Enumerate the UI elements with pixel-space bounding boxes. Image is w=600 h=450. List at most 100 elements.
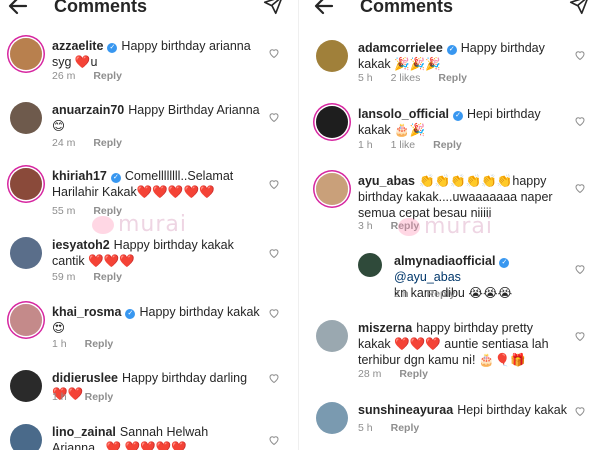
comment-item: adamcorrielee ✓ Happy birthday kakak 🎉🎉🎉 5… bbox=[306, 40, 596, 90]
like-heart-icon[interactable] bbox=[268, 47, 280, 59]
like-heart-icon[interactable] bbox=[268, 247, 280, 259]
back-arrow-icon[interactable] bbox=[6, 0, 30, 18]
comment-username[interactable]: almynadiaofficial bbox=[394, 254, 495, 268]
like-heart-icon[interactable] bbox=[268, 111, 280, 123]
avatar[interactable] bbox=[10, 370, 42, 402]
comment-item: didieruslee Happy birthday darling❤️❤️ 1 … bbox=[0, 370, 290, 410]
comment-text-block: adamcorrielee ✓ Happy birthday kakak 🎉🎉🎉 bbox=[358, 40, 568, 72]
like-heart-icon[interactable] bbox=[574, 330, 586, 342]
avatar[interactable] bbox=[10, 168, 42, 200]
comment-item: anuarzain70 Happy Birthday Arianna 😊 24 m… bbox=[0, 102, 290, 152]
comment-time: 55 m bbox=[52, 205, 76, 217]
comment-username[interactable]: miszerna bbox=[358, 321, 412, 335]
comment-text-block: sunshineayuraa Hepi birthday kakak bbox=[358, 402, 568, 418]
verified-badge-icon: ✓ bbox=[499, 258, 510, 268]
reply-button[interactable]: Reply bbox=[93, 137, 122, 149]
avatar[interactable] bbox=[316, 106, 348, 138]
comment-username[interactable]: anuarzain70 bbox=[52, 103, 124, 117]
avatar[interactable] bbox=[10, 102, 42, 134]
comment-meta: 1 h Reply bbox=[52, 338, 131, 350]
comment-username[interactable]: azzaelite bbox=[52, 39, 103, 53]
comment-text-block: khai_rosma ✓ Happy birthday kakak 😍 bbox=[52, 304, 262, 336]
avatar[interactable] bbox=[358, 253, 382, 277]
like-heart-icon[interactable] bbox=[574, 405, 586, 417]
avatar[interactable] bbox=[316, 173, 348, 205]
like-heart-icon[interactable] bbox=[574, 263, 586, 275]
comment-username[interactable]: didieruslee bbox=[52, 371, 118, 385]
comment-item: khai_rosma ✓ Happy birthday kakak 😍 1 h Rep… bbox=[0, 304, 290, 354]
comment-username[interactable]: sunshineayuraa bbox=[358, 403, 453, 417]
left-comments-panel: Comments azzaelite ✓ Happy birthday ariann… bbox=[0, 0, 290, 450]
send-icon[interactable] bbox=[262, 0, 284, 16]
comment-username[interactable]: lino_zainal bbox=[52, 425, 116, 439]
comment-mention[interactable]: @ayu_abas bbox=[394, 270, 461, 284]
comment-likes[interactable]: 1 like bbox=[391, 139, 416, 151]
right-comments-panel: Comments adamcorrielee ✓ Happy birthday ka… bbox=[306, 0, 596, 450]
like-heart-icon[interactable] bbox=[268, 178, 280, 190]
watermark-bird-icon bbox=[92, 215, 114, 234]
reply-button[interactable]: Reply bbox=[433, 139, 462, 151]
avatar[interactable] bbox=[10, 304, 42, 336]
comment-item: miszerna happy birthday pretty kakak ❤️❤️… bbox=[306, 320, 596, 382]
comment-username[interactable]: khai_rosma bbox=[52, 305, 121, 319]
reply-button[interactable]: Reply bbox=[93, 271, 122, 283]
send-icon[interactable] bbox=[568, 0, 590, 16]
comment-username[interactable]: iesyatoh2 bbox=[52, 238, 110, 252]
comment-username[interactable]: adamcorrielee bbox=[358, 41, 443, 55]
avatar[interactable] bbox=[10, 424, 42, 450]
comment-text-block: anuarzain70 Happy Birthday Arianna 😊 bbox=[52, 102, 262, 134]
panel-divider bbox=[298, 0, 299, 450]
reply-button[interactable]: Reply bbox=[93, 205, 122, 217]
back-arrow-icon[interactable] bbox=[312, 0, 336, 18]
comment-text-block: lansolo_official ✓ Hepi birthday kakak 🎂🎉 bbox=[358, 106, 568, 138]
reply-button[interactable]: Reply bbox=[399, 368, 428, 380]
comment-item: khiriah17 ✓ Comellllllll..Selamat Harilahi… bbox=[0, 168, 290, 218]
comment-text-block: miszerna happy birthday pretty kakak ❤️❤️… bbox=[358, 320, 568, 368]
comment-username[interactable]: lansolo_official bbox=[358, 107, 449, 121]
avatar[interactable] bbox=[316, 320, 348, 352]
comment-username[interactable]: khiriah17 bbox=[52, 169, 107, 183]
verified-badge-icon: ✓ bbox=[110, 173, 121, 183]
like-heart-icon[interactable] bbox=[574, 49, 586, 61]
avatar[interactable] bbox=[10, 38, 42, 70]
comment-item: lino_zainal Sannah Helwah Arianna...❤️ ❤️… bbox=[0, 424, 290, 450]
reply-button[interactable]: Reply bbox=[85, 338, 114, 350]
comment-item: azzaelite ✓ Happy birthday arianna syg ❤️u… bbox=[0, 38, 290, 88]
comment-item: ayu_abas 👏👏👏👏👏👏happy birthday kakak....uw… bbox=[306, 173, 596, 235]
verified-badge-icon: ✓ bbox=[107, 43, 118, 53]
comment-time: 1 h bbox=[358, 139, 373, 151]
reply-button[interactable]: Reply bbox=[427, 288, 456, 300]
comment-meta: 26 m Reply bbox=[52, 70, 140, 82]
comment-time: 26 m bbox=[52, 70, 76, 82]
comment-time: 59 m bbox=[52, 271, 76, 283]
like-heart-icon[interactable] bbox=[268, 307, 280, 319]
comments-header: Comments bbox=[306, 0, 596, 18]
comment-meta: 1 h 1 like Reply bbox=[358, 139, 480, 151]
comment-item: sunshineayuraa Hepi birthday kakak 5 h Rep… bbox=[306, 402, 596, 442]
comment-meta: 59 m Reply bbox=[52, 271, 140, 283]
like-heart-icon[interactable] bbox=[574, 182, 586, 194]
comment-text-block: azzaelite ✓ Happy birthday arianna syg ❤️u bbox=[52, 38, 262, 70]
like-heart-icon[interactable] bbox=[268, 372, 280, 384]
avatar[interactable] bbox=[316, 40, 348, 72]
avatar[interactable] bbox=[316, 402, 348, 434]
reply-button[interactable]: Reply bbox=[391, 422, 420, 434]
comment-username[interactable]: ayu_abas bbox=[358, 174, 415, 188]
avatar[interactable] bbox=[10, 237, 42, 269]
page-title: Comments bbox=[54, 0, 148, 16]
reply-button[interactable]: Reply bbox=[93, 70, 122, 82]
reply-button[interactable]: Reply bbox=[391, 220, 420, 232]
comment-time: 3 h bbox=[358, 220, 373, 232]
page-title: Comments bbox=[360, 0, 454, 16]
like-heart-icon[interactable] bbox=[574, 115, 586, 127]
reply-button[interactable]: Reply bbox=[85, 391, 114, 403]
like-heart-icon[interactable] bbox=[268, 434, 280, 446]
comment-likes[interactable]: 2 likes bbox=[391, 72, 421, 84]
comment-reply-item: almynadiaofficial ✓@ayu_abas kn kann dibu… bbox=[306, 253, 596, 303]
comment-item: iesyatoh2 Happy birthday kakak cantik ❤️❤… bbox=[0, 237, 290, 287]
comment-meta: 28 m Reply bbox=[358, 368, 446, 380]
reply-button[interactable]: Reply bbox=[438, 72, 467, 84]
verified-badge-icon: ✓ bbox=[446, 45, 457, 55]
comment-time: 5 h bbox=[358, 72, 373, 84]
comment-time: 5 h bbox=[358, 422, 373, 434]
